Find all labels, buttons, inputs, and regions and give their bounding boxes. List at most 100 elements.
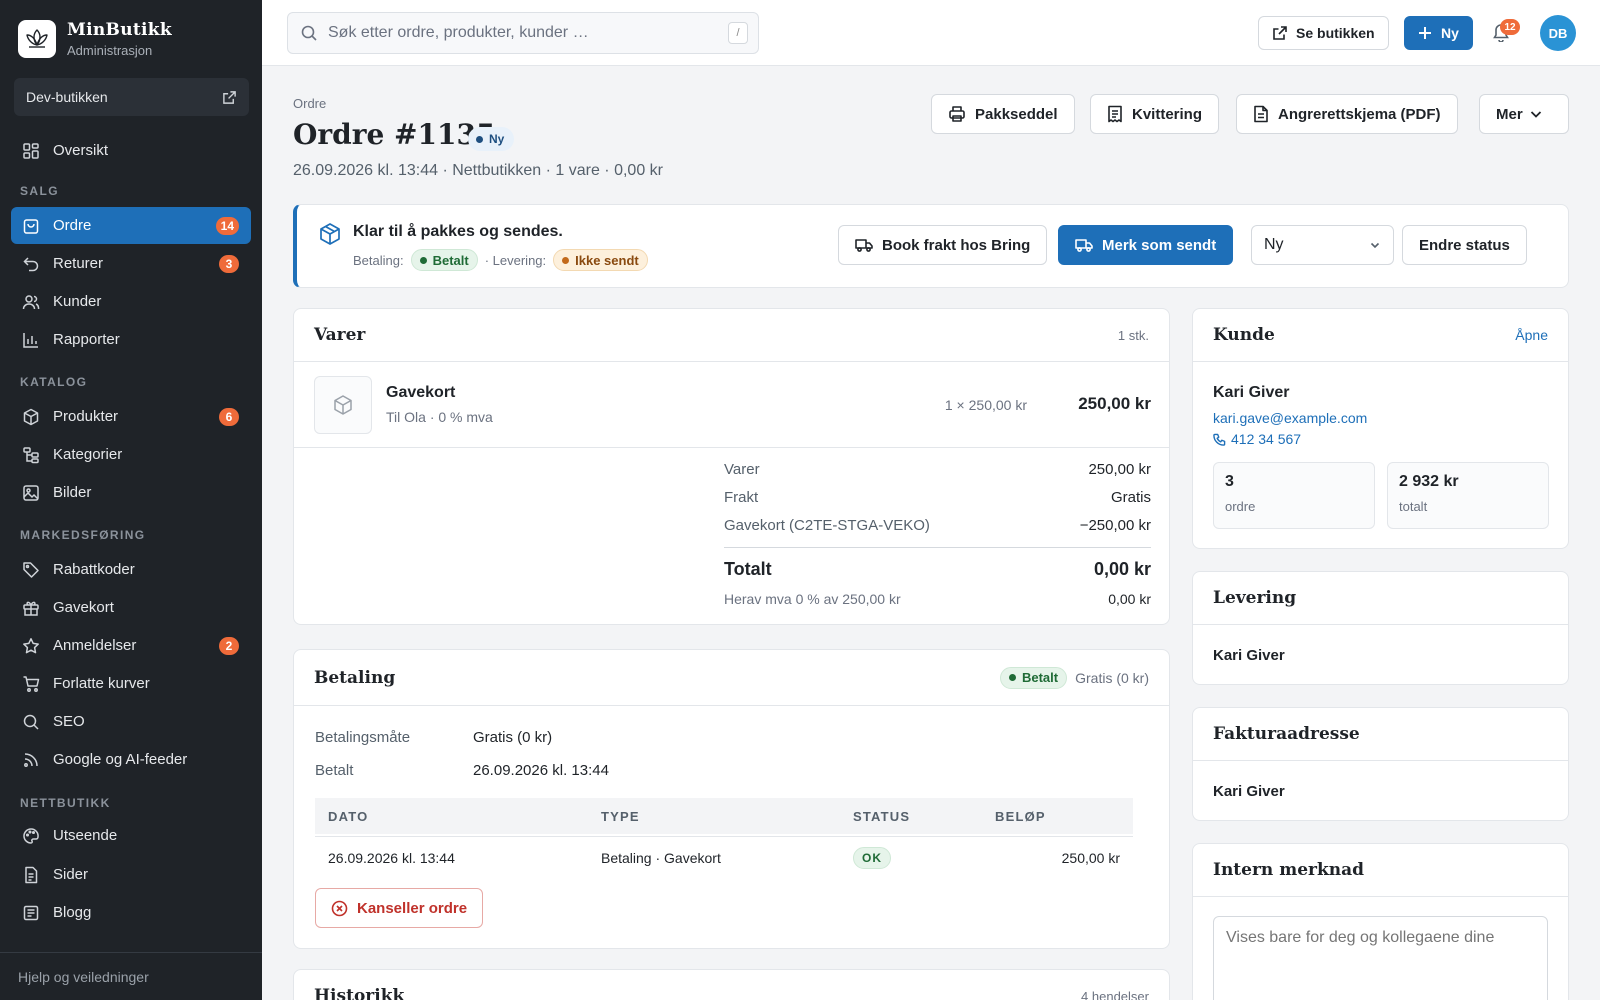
total-value: 0,00 kr (1093, 559, 1151, 579)
sidebar-item-label: Bilder (53, 484, 92, 501)
customer-card-header: Kunde Åpne (1193, 309, 1568, 362)
delivery-status-dot (562, 256, 570, 264)
receipt-button[interactable]: Kvittering (1090, 94, 1220, 134)
withdrawal-form-button[interactable]: Angrerettskjema (PDF) (1236, 94, 1458, 134)
external-link-icon (222, 90, 237, 105)
delivery-card-title: Levering (1213, 588, 1297, 608)
status-select[interactable]: Ny (1251, 225, 1394, 265)
items-card-header: Varer 1 stk. (294, 309, 1169, 362)
column-header: TYPE (601, 809, 640, 824)
main-content: Ordre Ordre #1135 Ny 26.09.2026 kl. 13:4… (262, 66, 1600, 1000)
sidebar-item-label: Returer (53, 255, 104, 272)
more-dropdown[interactable]: Mer (1479, 94, 1569, 134)
history-card-header: Historikk 4 hendelser (294, 970, 1169, 1000)
sidebar-item-reports[interactable]: Rapporter (11, 321, 251, 358)
view-store-button[interactable]: Se butikken (1258, 16, 1389, 50)
delivery-name: Kari Giver (1213, 647, 1285, 664)
total-spent-value: 2 932 kr (1399, 473, 1459, 490)
sidebar-item-label: Kunder (53, 293, 102, 310)
sidebar-item-discount-codes[interactable]: Rabattkoder (11, 551, 251, 588)
customer-phone[interactable]: 412 34 567 (1213, 431, 1301, 447)
packing-slip-button[interactable]: Pakkseddel (931, 94, 1075, 134)
mark-sent-label: Merk som sendt (1102, 236, 1217, 254)
open-customer-link[interactable]: Åpne (1515, 327, 1548, 343)
new-label: Ny (1441, 25, 1459, 41)
payment-badge: Betalt (999, 666, 1068, 689)
sidebar-item-label: Kategorier (53, 446, 123, 463)
book-shipping-button[interactable]: Book frakt hos Bring (838, 225, 1048, 265)
sidebar-item-categories[interactable]: Kategorier (11, 436, 251, 473)
sidebar-item-customers[interactable]: Kunder (11, 283, 251, 320)
vat-value: 0,00 kr (1108, 591, 1151, 607)
item-qty-price: 1 × 250,00 kr (944, 397, 1027, 413)
status-select-value: Ny (1264, 236, 1284, 253)
search-input[interactable] (328, 24, 708, 42)
internal-note-card: Intern merknad (1192, 843, 1569, 1000)
status-badge: Ny (468, 127, 515, 151)
sidebar-item-feeds[interactable]: Google og AI-feeder (11, 741, 251, 778)
tree-icon (21, 445, 41, 465)
status-headline: Klar til å pakkes og sendes. (353, 223, 563, 240)
page-title: Ordre #1135 (293, 118, 496, 151)
sidebar-item-appearance[interactable]: Utseende (11, 817, 251, 854)
search-icon (300, 24, 318, 42)
column-header: DATO (328, 809, 369, 824)
payment-badge-label: Betalt (1021, 670, 1059, 685)
count-badge: 2 (219, 637, 239, 655)
image-icon (21, 483, 41, 503)
rss-icon (21, 750, 41, 770)
breadcrumb[interactable]: Ordre (293, 96, 326, 111)
avatar[interactable]: DB (1540, 15, 1576, 51)
orders-label: ordre (1225, 499, 1256, 514)
customer-phone-value: 412 34 567 (1231, 431, 1302, 447)
item-total: 250,00 kr (1078, 394, 1151, 413)
transactions-table-header: DATO TYPE STATUS BELØP (315, 798, 1133, 834)
item-name[interactable]: Gavekort (386, 384, 455, 402)
cancel-order-button[interactable]: Kanseller ordre (315, 888, 484, 928)
search-icon (21, 712, 41, 732)
gift-icon (21, 598, 41, 618)
help-link[interactable]: Hjelp og veiledninger (0, 952, 262, 1000)
document-icon (21, 865, 41, 885)
sidebar-item-overview[interactable]: Oversikt (11, 132, 251, 169)
customer-email[interactable]: kari.gave@example.com (1213, 410, 1367, 426)
top-bar: / Se butikken Ny 12 DB (262, 0, 1600, 66)
new-button[interactable]: Ny (1404, 16, 1473, 50)
sidebar-item-orders[interactable]: Ordre 14 (11, 207, 251, 244)
box-icon (21, 407, 41, 427)
history-count: 4 hendelser (1081, 989, 1149, 1000)
change-status-button[interactable]: Endre status (1402, 225, 1527, 265)
summary-label: Varer (724, 461, 760, 478)
sidebar-item-seo[interactable]: SEO (11, 703, 251, 740)
withdrawal-form-label: Angrerettskjema (PDF) (1278, 105, 1441, 123)
global-search[interactable]: / (287, 12, 759, 54)
sidebar-item-gift-cards[interactable]: Gavekort (11, 589, 251, 626)
billing-card-title: Fakturaadresse (1213, 724, 1360, 744)
line-item[interactable]: Gavekort Til Ola · 0 % mva 1 × 250,00 kr… (294, 362, 1169, 448)
items-card-title: Varer (314, 325, 366, 345)
sidebar-item-blog[interactable]: Blogg (11, 894, 251, 931)
sidebar-item-pages[interactable]: Sider (11, 856, 251, 893)
summary-value: Gratis (1110, 489, 1151, 506)
brand[interactable]: MinButikk Administrasjon (18, 20, 172, 58)
sidebar-item-reviews[interactable]: Anmeldelser 2 (11, 627, 251, 664)
sidebar-item-products[interactable]: Produkter 6 (11, 398, 251, 435)
mark-sent-button[interactable]: Merk som sendt (1058, 225, 1234, 265)
nav-section-sales: SALG (20, 184, 59, 198)
sidebar-item-label: Forlatte kurver (53, 675, 150, 692)
table-row: 26.09.2026 kl. 13:44 Betaling · Gavekort… (315, 836, 1133, 878)
billing-card-header: Fakturaadresse (1193, 708, 1568, 761)
billing-name: Kari Giver (1213, 783, 1285, 800)
paid-value: 26.09.2026 kl. 13:44 (473, 762, 609, 779)
sidebar-item-returns[interactable]: Returer 3 (11, 245, 251, 282)
tag-icon (21, 560, 41, 580)
sidebar-item-label: Rapporter (53, 331, 120, 348)
sidebar-item-abandoned-carts[interactable]: Forlatte kurver (11, 665, 251, 702)
sidebar-item-label: Sider (53, 866, 89, 883)
shop-switcher[interactable]: Dev-butikken (14, 78, 249, 116)
internal-note-input[interactable] (1213, 916, 1548, 1000)
items-count: 1 stk. (1117, 327, 1149, 343)
sidebar-item-images[interactable]: Bilder (11, 474, 251, 511)
payment-method-value: Gratis (0 kr) (473, 729, 553, 746)
count-badge: 3 (219, 255, 239, 273)
